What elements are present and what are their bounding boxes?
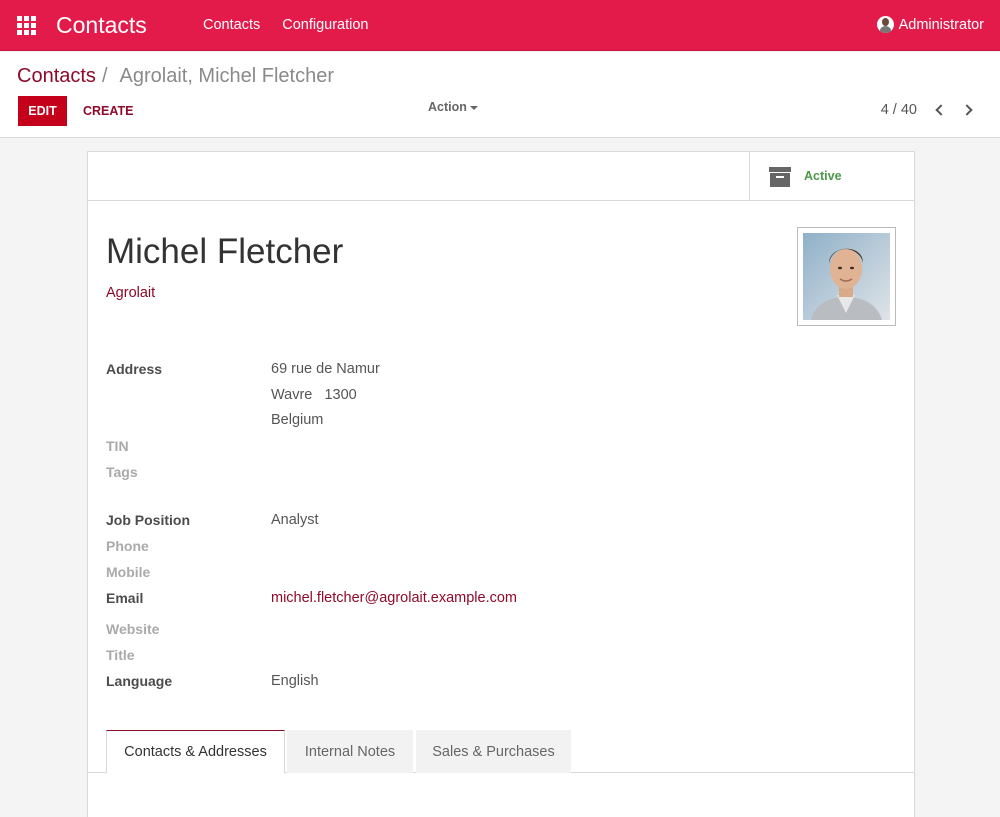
- breadcrumb-separator: /: [101, 65, 108, 87]
- control-panel: Contacts / Agrolait, Michel Fletcher EDI…: [0, 52, 1000, 138]
- user-name: Administrator: [898, 16, 984, 33]
- menu-contacts[interactable]: Contacts: [203, 17, 260, 33]
- contact-name: Michel Fletcher: [106, 232, 344, 271]
- breadcrumb: Contacts / Agrolait, Michel Fletcher: [17, 65, 334, 88]
- website-label: Website: [106, 621, 160, 637]
- job-position-label: Job Position: [106, 512, 190, 528]
- mobile-label: Mobile: [106, 564, 151, 580]
- user-avatar-icon: [876, 16, 894, 33]
- chevron-right-icon: [960, 104, 973, 116]
- tab-internal-notes[interactable]: Internal Notes: [287, 730, 413, 773]
- tin-label: TIN: [106, 438, 129, 454]
- email-label: Email: [106, 590, 144, 606]
- pager-next-button[interactable]: [960, 102, 975, 118]
- pager-previous-button[interactable]: [932, 102, 947, 118]
- email-link[interactable]: michel.fletcher@agrolait.example.com: [271, 590, 517, 606]
- job-position-value: Analyst: [271, 512, 319, 528]
- phone-label: Phone: [106, 538, 149, 554]
- archive-icon: [769, 167, 791, 187]
- avatar: [803, 233, 890, 320]
- notebook-tabs: Contacts & Addresses Internal Notes Sale…: [88, 730, 914, 774]
- user-menu[interactable]: Administrator: [876, 16, 984, 33]
- apps-menu-icon[interactable]: [17, 16, 37, 35]
- create-button[interactable]: CREATE: [83, 104, 133, 118]
- title-label: Title: [106, 647, 135, 663]
- active-status-label: Active: [804, 169, 842, 183]
- language-value: English: [271, 673, 319, 689]
- button-box: Active: [88, 152, 914, 201]
- company-link[interactable]: Agrolait: [106, 285, 155, 301]
- app-title: Contacts: [56, 12, 147, 38]
- address-label: Address: [106, 361, 163, 377]
- breadcrumb-current: Agrolait, Michel Fletcher: [119, 65, 335, 87]
- active-toggle-button[interactable]: Active: [749, 152, 914, 200]
- address-country: Belgium: [271, 412, 324, 428]
- caret-down-icon: [469, 105, 478, 110]
- main-menu: Contacts Configuration: [203, 17, 368, 33]
- language-label: Language: [106, 673, 173, 689]
- action-label: Action: [428, 100, 467, 114]
- tab-contacts-addresses[interactable]: Contacts & Addresses: [106, 730, 285, 774]
- person-portrait-icon: [803, 233, 890, 320]
- pager-value[interactable]: 4 / 40: [881, 102, 917, 118]
- chevron-left-icon: [934, 104, 947, 116]
- menu-configuration[interactable]: Configuration: [282, 17, 368, 33]
- address-city-zip: Wavre 1300: [271, 387, 357, 403]
- tab-sales-purchases[interactable]: Sales & Purchases: [416, 730, 571, 773]
- top-navbar: Contacts Contacts Configuration Administ…: [0, 0, 1000, 51]
- contact-photo[interactable]: [797, 227, 896, 326]
- edit-button[interactable]: EDIT: [18, 96, 67, 126]
- breadcrumb-contacts-link[interactable]: Contacts: [17, 65, 96, 88]
- action-dropdown[interactable]: Action: [428, 100, 478, 114]
- address-street: 69 rue de Namur: [271, 361, 380, 377]
- form-sheet: Active Michel Fletcher Agrolait Address …: [87, 151, 915, 817]
- tags-label: Tags: [106, 464, 138, 480]
